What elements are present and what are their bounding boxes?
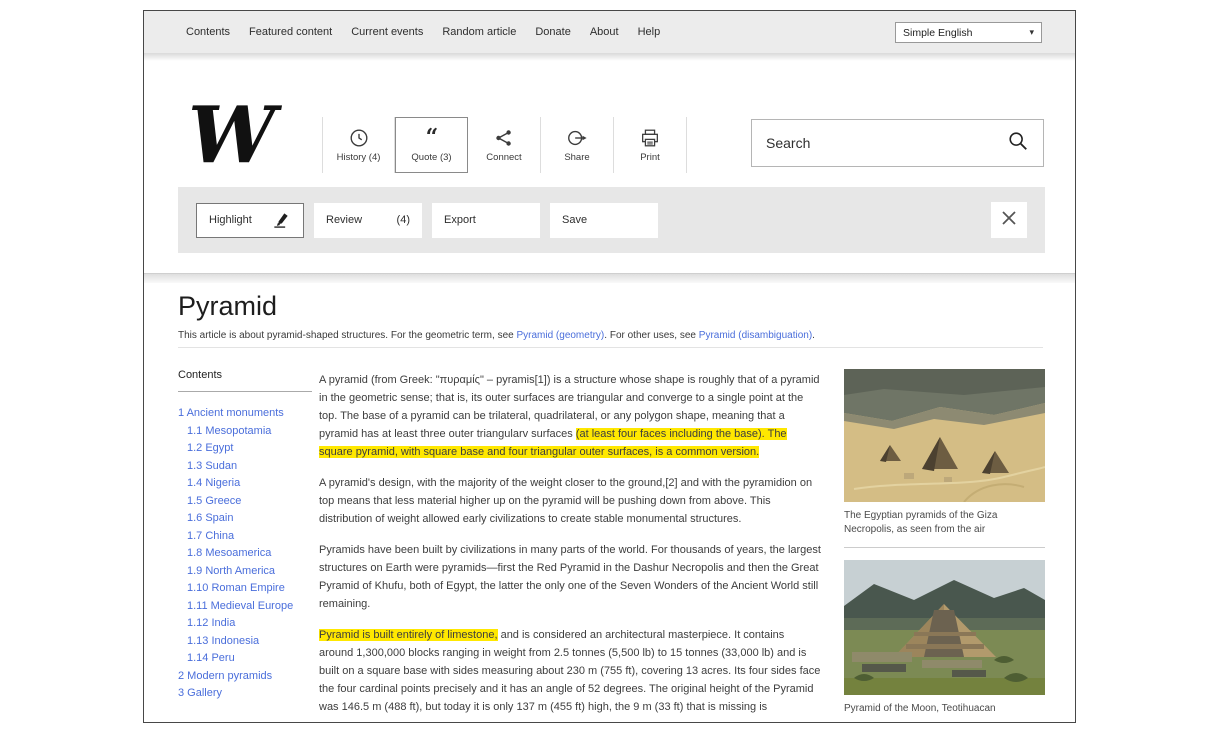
annotation-toolbar: Highlight Review (4) Export Save [178,187,1045,253]
body-text: Pyramids have been built by civilization… [319,544,821,610]
toc-item-1-ancient-monuments[interactable]: 1 Ancient monuments [178,405,312,423]
highlighter-icon [271,210,291,230]
tool-history-4[interactable]: History (4) [322,117,395,173]
save-button[interactable]: Save [550,203,658,238]
article-paragraph: Pyramid is built entirely of limestone, … [319,626,821,716]
tool-label: Share [564,152,589,163]
close-toolbar-button[interactable] [991,202,1027,238]
giza-aerial-image[interactable] [844,369,1045,502]
highlighted-text: Pyramid is built entirely of limestone, [319,629,498,641]
toc-item-1-8-mesoamerica[interactable]: 1.8 Mesoamerica [178,545,312,563]
tool-connect[interactable]: Connect [468,117,541,173]
article-body: A pyramid (from Greek: "πυραμίς" – pyram… [319,371,821,723]
search-input[interactable] [766,135,1007,151]
browser-page-frame: Contents Featured content Current events Ra… [143,10,1076,723]
article-paragraph: Pyramids have been built by civilization… [319,541,821,613]
highlight-button[interactable]: Highlight [196,203,304,238]
toc-item-1-5-greece[interactable]: 1.5 Greece [178,493,312,511]
figure-caption: The Egyptian pyramids of the Giza Necrop… [844,509,1045,537]
figure-caption: Pyramid of the Moon, Teotihuacan [844,702,1045,716]
article-paragraph: A pyramid (from Greek: "πυραμίς" – pyram… [319,371,821,461]
hatnote-text: This article is about pyramid-shaped str… [178,330,516,341]
top-nav-bar: Contents Featured content Current events Ra… [144,11,1075,53]
body-text: and is considered an architectural maste… [319,629,820,713]
page-title: Pyramid [178,291,277,322]
figure-column: The Egyptian pyramids of the Giza Necrop… [844,369,1045,723]
header-toolbar: History (4) “ Quote (3) Connect Share Print [322,117,687,173]
printer-icon [639,127,661,149]
figure-giza: The Egyptian pyramids of the Giza Necrop… [844,369,1045,548]
hatnote-text: . [812,330,815,341]
nav-link-help[interactable]: Help [638,26,661,38]
toc-item-1-13-indonesia[interactable]: 1.13 Indonesia [178,633,312,651]
hatnote-link[interactable]: Pyramid (geometry) [516,330,604,341]
toc-items: 1 Ancient monuments1.1 Mesopotamia1.2 Eg… [178,405,312,703]
article-paragraph: A pyramid's design, with the majority of… [319,474,821,528]
tool-share[interactable]: Share [541,117,614,173]
language-selector[interactable]: Simple English ▾ [895,22,1042,43]
action-buttons: Highlight Review (4) Export Save [178,203,658,238]
svg-text:“: “ [425,127,438,149]
hatnote-text: . For other uses, see [604,330,699,341]
chevron-down-icon: ▾ [1029,27,1034,38]
article-area: Pyramid This article is about pyramid-sh… [144,283,1075,722]
button-count: (4) [397,214,410,226]
quote-icon: “ [421,127,443,149]
tool-label: Connect [486,152,521,163]
toc-item-3-gallery[interactable]: 3 Gallery [178,685,312,703]
button-label: Highlight [209,214,252,226]
hatnote: This article is about pyramid-shaped str… [178,330,1043,341]
clock-icon [348,127,370,149]
nav-link-random-article[interactable]: Random article [442,26,516,38]
toc-item-1-7-china[interactable]: 1.7 China [178,528,312,546]
button-label: Export [444,214,476,226]
toc-item-1-14-peru[interactable]: 1.14 Peru [178,650,312,668]
export-button[interactable]: Export [432,203,540,238]
language-selector-value: Simple English [903,27,972,39]
tool-quote-3[interactable]: “ Quote (3) [395,117,468,173]
toc-item-1-12-india[interactable]: 1.12 India [178,615,312,633]
hatnote-rule [178,347,1043,348]
hatnote-link[interactable]: Pyramid (disambiguation) [699,330,812,341]
close-icon [1001,210,1017,231]
share-nodes-icon [493,127,515,149]
toc-item-1-9-north-america[interactable]: 1.9 North America [178,563,312,581]
toc-item-1-6-spain[interactable]: 1.6 Spain [178,510,312,528]
nav-link-donate[interactable]: Donate [535,26,570,38]
toc-item-2-modern-pyramids[interactable]: 2 Modern pyramids [178,668,312,686]
tool-label: History (4) [337,152,381,163]
body-text: A pyramid's design, with the majority of… [319,477,812,525]
tool-label: Quote (3) [411,152,451,163]
button-label: Review [326,214,362,226]
toc-item-1-10-roman-empire[interactable]: 1.10 Roman Empire [178,580,312,598]
nav-link-about[interactable]: About [590,26,619,38]
toc-item-1-3-sudan[interactable]: 1.3 Sudan [178,458,312,476]
toc-rule [178,391,312,392]
review-button[interactable]: Review (4) [314,203,422,238]
search-icon[interactable] [1007,130,1029,157]
share-arrow-icon [566,127,588,149]
toc-item-1-11-medieval-europe[interactable]: 1.11 Medieval Europe [178,598,312,616]
wiki-logo[interactable]: W [188,91,276,181]
nav-link-contents[interactable]: Contents [186,26,230,38]
search-box [751,119,1044,167]
nav-link-current-events[interactable]: Current events [351,26,423,38]
toc-item-1-4-nigeria[interactable]: 1.4 Nigeria [178,475,312,493]
nav-link-featured-content[interactable]: Featured content [249,26,332,38]
tool-label: Print [640,152,660,163]
tool-print[interactable]: Print [614,117,687,173]
pyramid-of-the-moon-image[interactable] [844,560,1045,695]
toc-heading: Contents [178,369,312,381]
figure-teotihuacan: Pyramid of the Moon, Teotihuacan [844,560,1045,723]
button-label: Save [562,214,587,226]
toc-item-1-1-mesopotamia[interactable]: 1.1 Mesopotamia [178,423,312,441]
section-divider [144,273,1075,283]
top-nav-links: Contents Featured content Current events Ra… [186,26,660,38]
table-of-contents: Contents 1 Ancient monuments1.1 Mesopota… [178,369,312,703]
toc-item-1-2-egypt[interactable]: 1.2 Egypt [178,440,312,458]
